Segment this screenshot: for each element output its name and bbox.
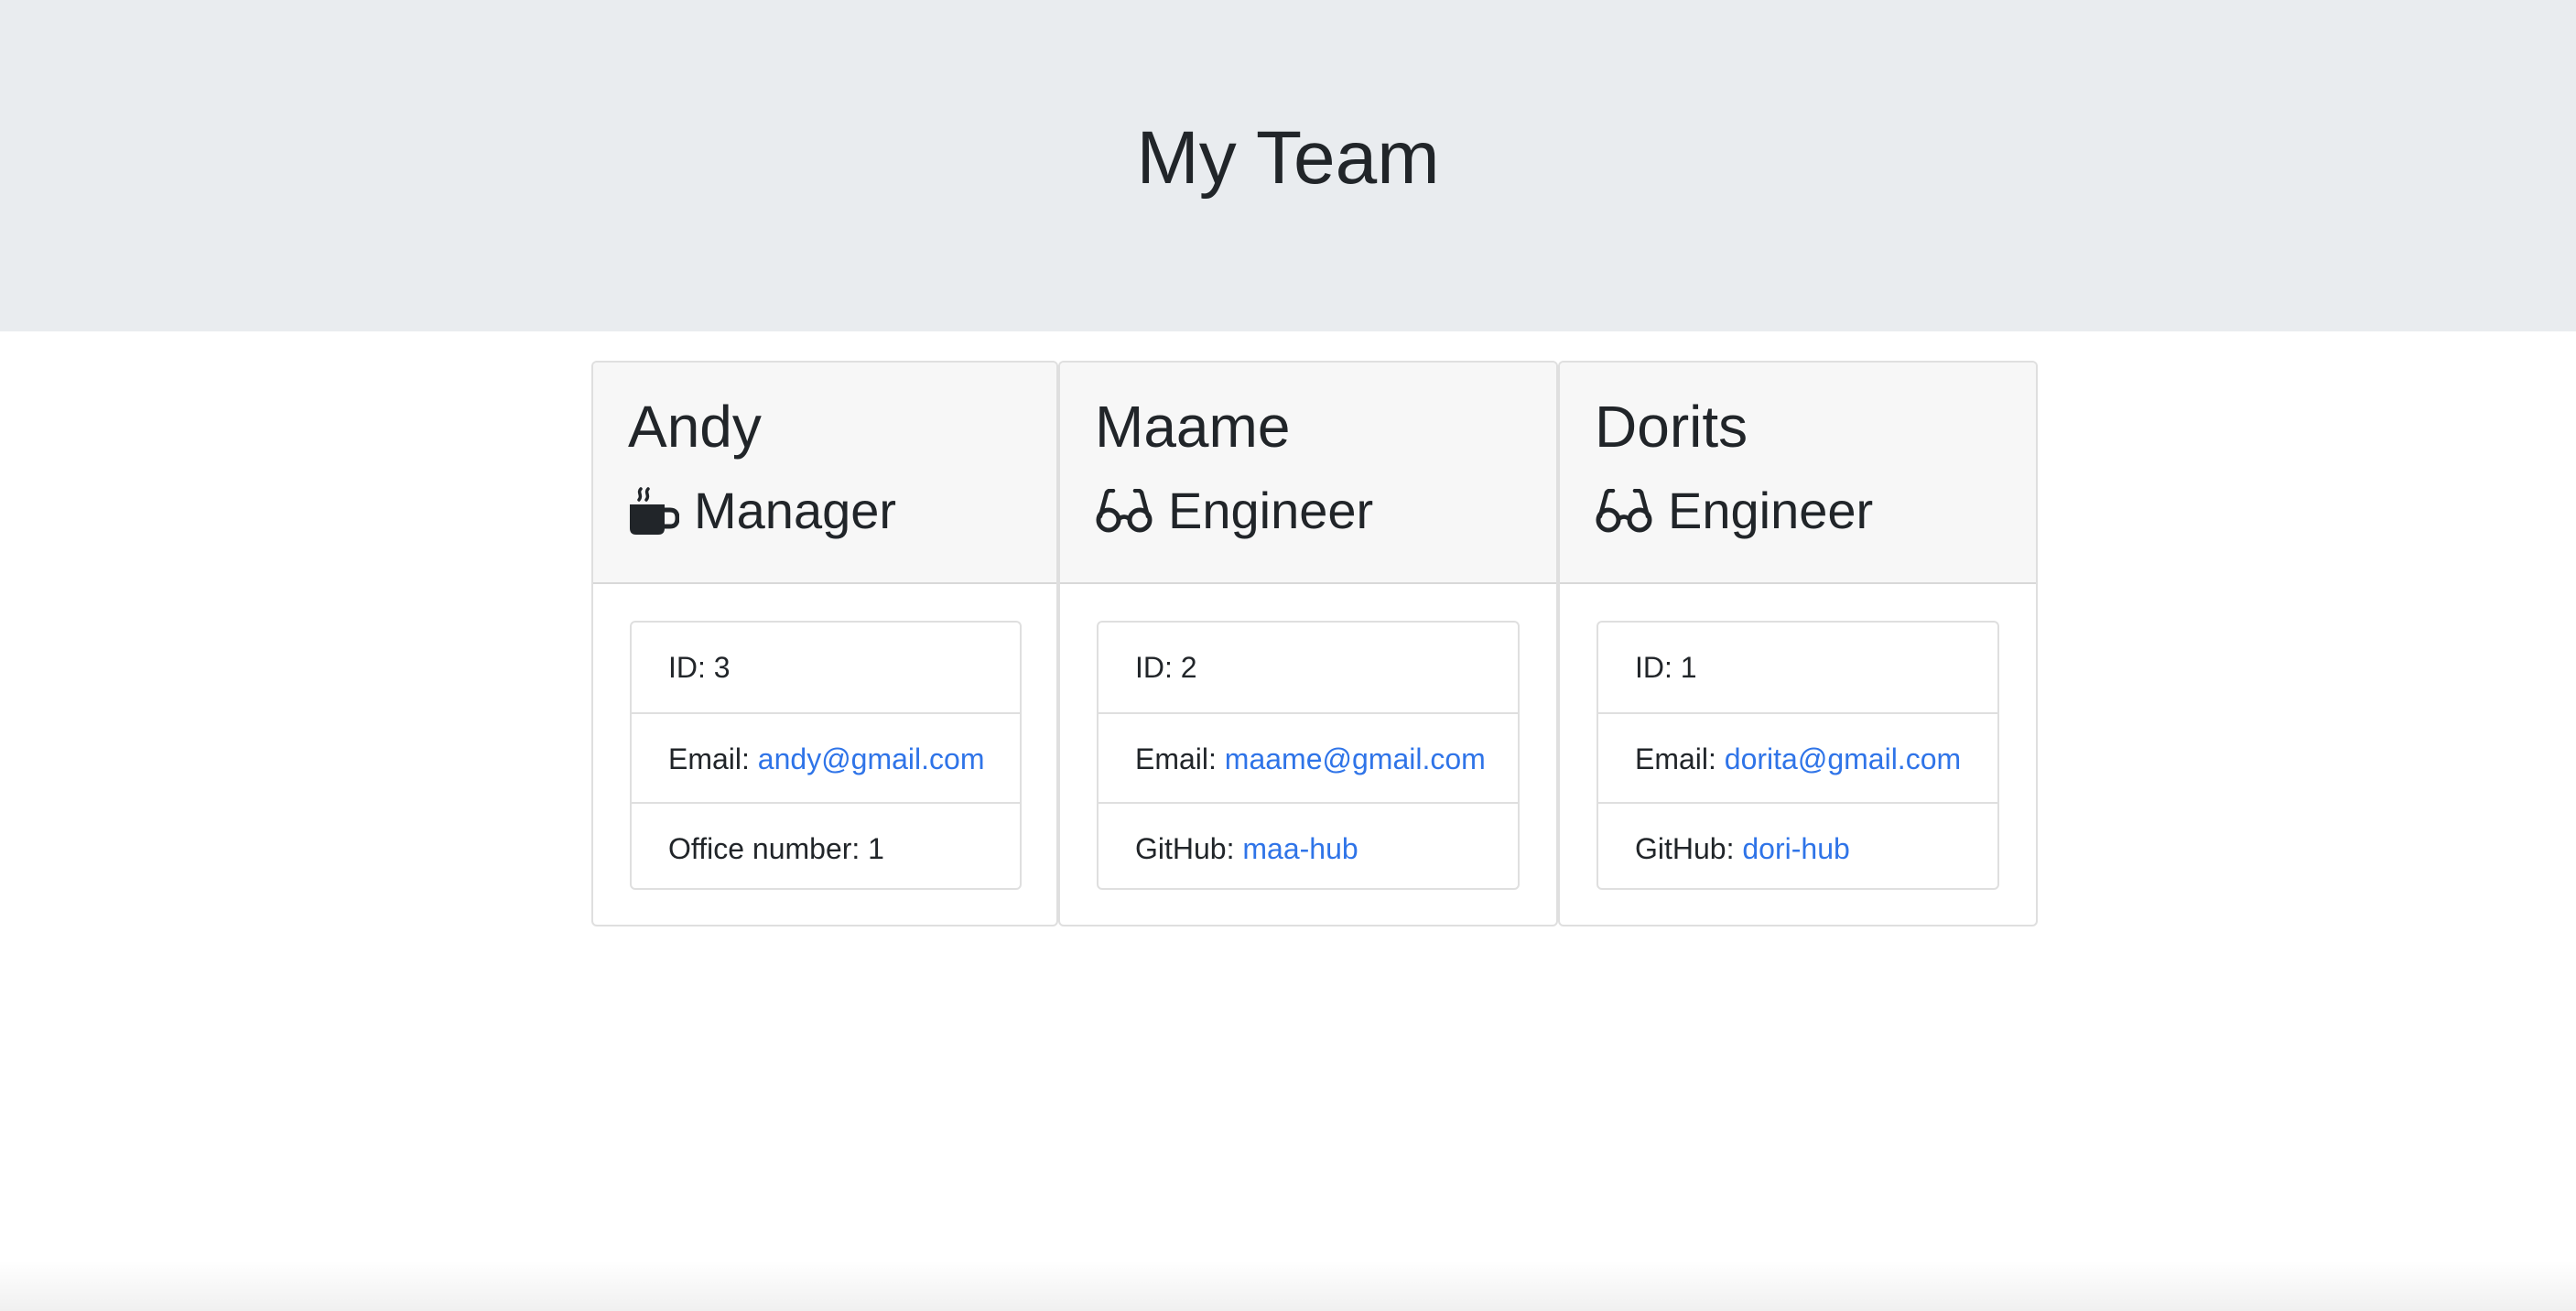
employee-card-manager: Andy Manager ID: 3 Email: andy@gmail.com… — [591, 361, 1058, 926]
employee-card-engineer: Dorits Engineer ID: 1 Email: dorita@gmai… — [1558, 361, 2038, 926]
employee-role-label: Manager — [694, 482, 897, 539]
employee-details-list: ID: 2 Email: maame@gmail.com GitHub: maa… — [1097, 621, 1520, 890]
employee-card-engineer: Maame Engineer ID: 2 Email: maame@gmail.… — [1058, 361, 1558, 926]
employee-email: Email: andy@gmail.com — [632, 712, 1020, 802]
employee-role-label: Engineer — [1668, 482, 1874, 539]
email-link[interactable]: maame@gmail.com — [1225, 742, 1486, 775]
card-header: Maame Engineer — [1060, 363, 1556, 584]
github-link[interactable]: maa-hub — [1242, 832, 1358, 865]
email-label: Email: — [668, 742, 758, 775]
employee-name: Andy — [628, 394, 762, 460]
coffee-mug-icon — [628, 485, 679, 536]
employee-github: GitHub: dori-hub — [1598, 802, 1997, 888]
employee-id-text: ID: 3 — [668, 651, 731, 684]
employee-id-text: ID: 1 — [1635, 651, 1697, 684]
office-number-label: Office number: — [668, 832, 869, 865]
card-header: Andy Manager — [593, 363, 1056, 584]
page-title: My Team — [1136, 116, 1440, 200]
employee-role: Engineer — [1595, 474, 1873, 547]
employee-details-list: ID: 3 Email: andy@gmail.com Office numbe… — [630, 621, 1022, 890]
employee-email: Email: maame@gmail.com — [1099, 712, 1518, 802]
employee-id-text: ID: 2 — [1135, 651, 1197, 684]
email-label: Email: — [1635, 742, 1725, 775]
email-link[interactable]: dorita@gmail.com — [1725, 742, 1961, 775]
bottom-shadow — [0, 1260, 2576, 1311]
employee-details-list: ID: 1 Email: dorita@gmail.com GitHub: do… — [1596, 621, 1999, 890]
card-header: Dorits Engineer — [1560, 363, 2036, 584]
employee-email: Email: dorita@gmail.com — [1598, 712, 1997, 802]
employee-role: Manager — [628, 474, 896, 547]
employee-role-label: Engineer — [1168, 482, 1374, 539]
employee-name: Maame — [1095, 394, 1291, 460]
header-banner: My Team — [0, 0, 2576, 331]
office-number-value: 1 — [868, 832, 884, 865]
email-link[interactable]: andy@gmail.com — [758, 742, 985, 775]
employee-id: ID: 2 — [1099, 623, 1518, 712]
github-label: GitHub: — [1635, 832, 1743, 865]
github-label: GitHub: — [1135, 832, 1243, 865]
glasses-icon — [1095, 489, 1153, 533]
office-number: Office number: 1 — [632, 802, 1020, 888]
glasses-icon — [1595, 489, 1653, 533]
github-link[interactable]: dori-hub — [1742, 832, 1849, 865]
employee-id: ID: 3 — [632, 623, 1020, 712]
employee-id: ID: 1 — [1598, 623, 1997, 712]
employee-name: Dorits — [1595, 394, 1748, 460]
employee-role: Engineer — [1095, 474, 1373, 547]
email-label: Email: — [1135, 742, 1225, 775]
employee-github: GitHub: maa-hub — [1099, 802, 1518, 888]
